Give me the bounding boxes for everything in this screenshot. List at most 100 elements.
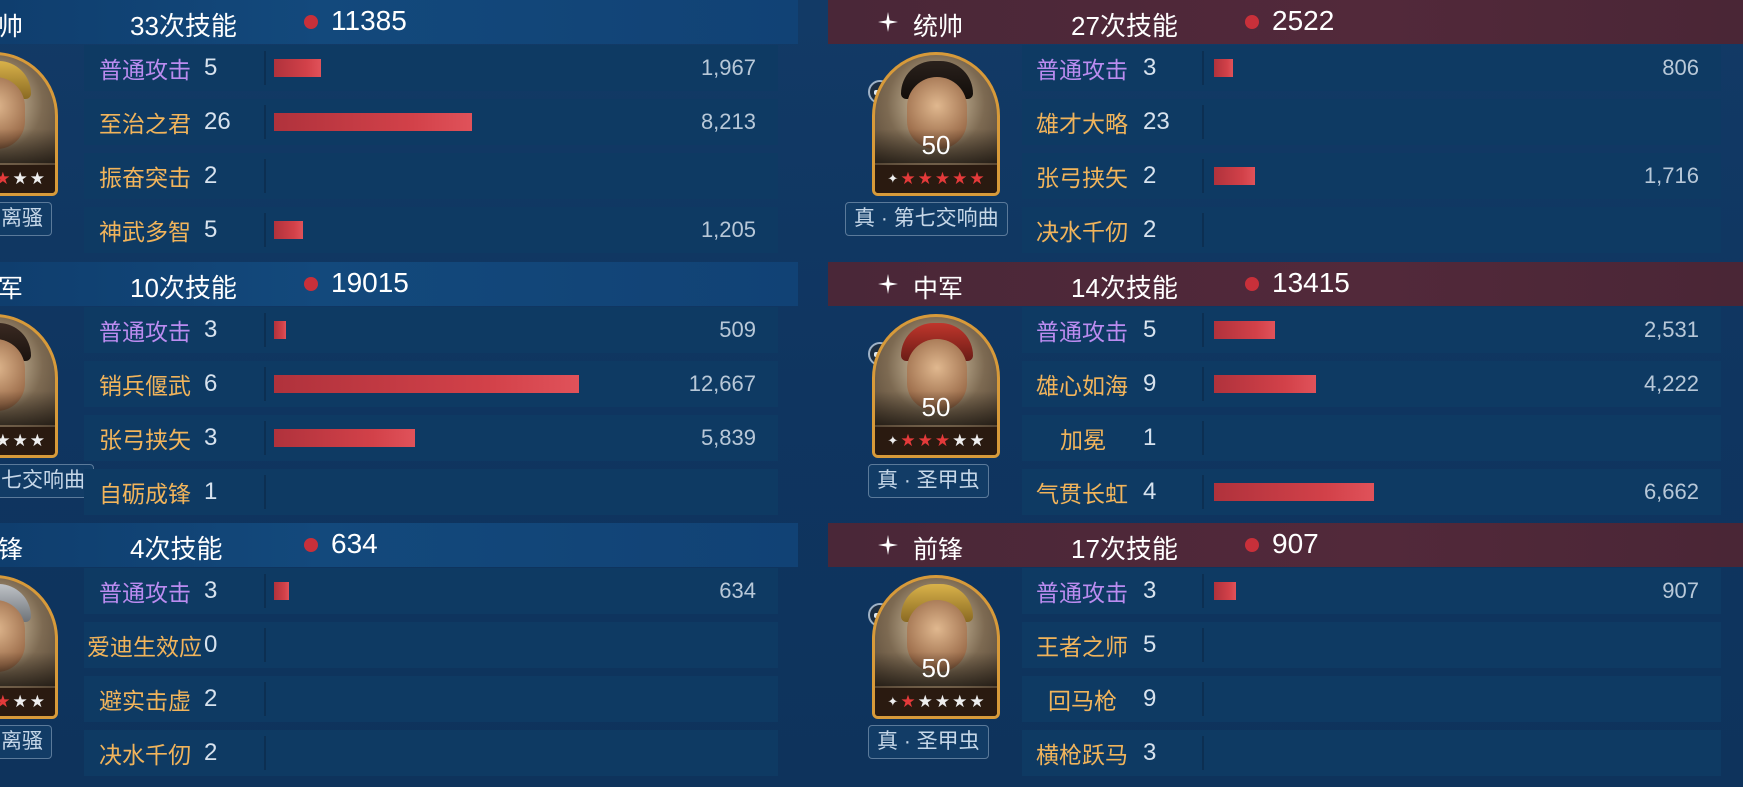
skill-row: 雄才大略 23 <box>1022 99 1721 145</box>
damage-bar <box>1214 483 1374 501</box>
tactic-tag[interactable]: 离骚 <box>0 202 52 236</box>
damage-bar <box>1214 321 1275 339</box>
damage-bar <box>1214 375 1316 393</box>
skill-row: 回马枪 9 <box>1022 676 1721 722</box>
damage-dot-icon <box>304 538 318 552</box>
star-icon: ★ <box>29 169 45 188</box>
damage-bar <box>274 429 415 447</box>
damage-value: 1,205 <box>700 217 756 242</box>
role-label: 中军 <box>913 275 964 303</box>
role-label: 前锋 <box>913 536 964 564</box>
skill-row: 爱迪生效应 0 <box>84 622 778 668</box>
panel-header: 锋 4次技能 634 <box>0 523 798 567</box>
damage-dot-icon <box>1245 15 1259 29</box>
skill-count: 5 <box>1143 631 1157 658</box>
skill-name: 普通攻击 <box>1036 580 1128 606</box>
hero-portrait[interactable]: 50 ✦ ★ ★ ★ ★ ★ <box>872 314 1000 458</box>
skill-row: 销兵偃武 6 12,667 <box>84 361 778 407</box>
sparkle-icon: ✦ <box>887 694 899 709</box>
skill-count: 2 <box>1143 216 1157 243</box>
tactic-tag[interactable]: 真 · 第七交响曲 <box>845 202 1008 236</box>
role-label: 锋 <box>0 536 24 564</box>
damage-dot-icon <box>304 15 318 29</box>
star-icon: ★ <box>969 431 985 450</box>
damage-bar <box>274 113 472 131</box>
star-rating: ★★★ <box>0 165 55 193</box>
left-team-stats: 帅 33次技能 11385 0 ★★★ 离骚 普通攻击 5 1,967 至治之君… <box>0 0 798 787</box>
damage-value: 509 <box>719 317 756 342</box>
star-icon: ★ <box>969 692 985 711</box>
damage-dot-icon <box>1245 538 1259 552</box>
skill-count: 1 <box>1143 424 1157 451</box>
skill-count: 9 <box>1143 685 1157 712</box>
tactic-tag[interactable]: 真 · 圣甲虫 <box>868 725 989 759</box>
star-icon: ★ <box>900 169 916 188</box>
star-icon: ★ <box>900 431 916 450</box>
skill-name: 至治之君 <box>99 111 191 137</box>
panel-header: 前锋 17次技能 907 <box>828 523 1743 567</box>
skill-count: 2 <box>204 685 218 712</box>
damage-bar <box>1214 582 1236 600</box>
damage-value: 2,531 <box>1643 317 1699 342</box>
skill-count: 3 <box>1143 577 1157 604</box>
skill-name: 振奋突击 <box>99 165 191 191</box>
tactic-tag[interactable]: 七交响曲 <box>0 464 94 498</box>
skill-name: 普通攻击 <box>1036 319 1128 345</box>
panel-header: 统帅 27次技能 2522 <box>828 0 1743 44</box>
skill-name: 横枪跃马 <box>1036 742 1128 768</box>
skill-row: 决水千仞 2 <box>1022 207 1721 253</box>
star-icon: ★ <box>952 169 968 188</box>
skill-name: 回马枪 <box>1048 688 1117 714</box>
hero-portrait[interactable]: 0 ★★★ <box>0 52 58 196</box>
skill-row: 张弓挟矢 2 1,716 <box>1022 153 1721 199</box>
skill-name: 普通攻击 <box>99 319 191 345</box>
skill-row: 横枪跃马 3 <box>1022 730 1721 776</box>
damage-total: 13415 <box>1272 267 1350 298</box>
skill-count: 3 <box>1143 54 1157 81</box>
damage-bar <box>274 375 579 393</box>
skill-casts: 27次技能 <box>1071 11 1178 41</box>
skill-row: 普通攻击 3 509 <box>84 307 778 353</box>
damage-bar <box>274 321 286 339</box>
tactic-tag[interactable]: 离骚 <box>0 725 52 759</box>
damage-value: 8,213 <box>700 109 756 134</box>
skill-name: 气贯长虹 <box>1036 481 1128 507</box>
skill-name: 雄心如海 <box>1036 373 1128 399</box>
star-rating: ★★★ <box>0 688 55 716</box>
skill-name: 雄才大略 <box>1036 111 1128 137</box>
right-team-stats: 统帅 27次技能 2522 50 ✦ ★ ★ ★ ★ ★ 真 · 第七交响曲 普通攻击 … <box>828 0 1743 787</box>
damage-value: 6,662 <box>1643 479 1699 504</box>
skill-row: 普通攻击 3 806 <box>1022 45 1721 91</box>
skill-name: 普通攻击 <box>99 57 191 83</box>
role-label: 军 <box>0 275 24 303</box>
right-panel-commander: 统帅 27次技能 2522 50 ✦ ★ ★ ★ ★ ★ 真 · 第七交响曲 普通攻击 … <box>828 0 1743 262</box>
damage-value: 12,667 <box>688 371 756 396</box>
hero-portrait[interactable]: 50 ✦ ★ ★ ★ ★ ★ <box>872 52 1000 196</box>
skill-count: 1 <box>204 478 218 505</box>
skill-name: 普通攻击 <box>99 580 191 606</box>
skill-count: 3 <box>204 424 218 451</box>
damage-value: 1,716 <box>1643 163 1699 188</box>
skill-name: 自砺成锋 <box>99 481 191 507</box>
star-icon: ★ <box>0 431 11 451</box>
star-icon: ★ <box>12 169 28 188</box>
star-icon: ★ <box>969 169 985 188</box>
hero-portrait[interactable]: 50 ✦ ★ ★ ★ ★ ★ <box>872 575 1000 719</box>
hero-portrait[interactable]: 0 ★★★ <box>0 575 58 719</box>
skill-name: 张弓挟矢 <box>99 427 191 453</box>
damage-total: 11385 <box>331 5 407 36</box>
star-icon: ★ <box>934 431 951 450</box>
skill-row: 避实击虚 2 <box>84 676 778 722</box>
sparkle-icon <box>876 10 900 34</box>
role-label: 帅 <box>0 13 24 41</box>
damage-dot-icon <box>304 277 318 291</box>
skill-row: 普通攻击 5 2,531 <box>1022 307 1721 353</box>
skill-count: 2 <box>1143 162 1157 189</box>
skill-count: 2 <box>204 739 218 766</box>
panel-header: 中军 14次技能 13415 <box>828 262 1743 306</box>
skill-row: 至治之君 26 8,213 <box>84 99 778 145</box>
skill-name: 决水千仞 <box>1036 219 1128 245</box>
hero-portrait[interactable]: 0 ★★★ <box>0 314 58 458</box>
skill-name: 普通攻击 <box>1036 57 1128 83</box>
tactic-tag[interactable]: 真 · 圣甲虫 <box>868 464 989 498</box>
